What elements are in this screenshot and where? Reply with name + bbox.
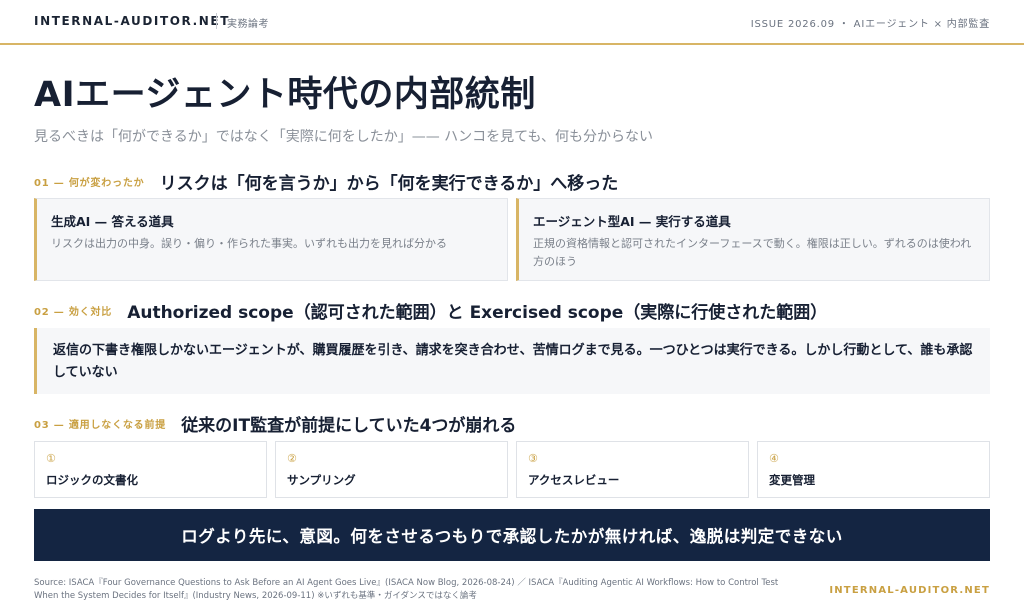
conclusion-banner: ログより先に、意図。何をさせるつもりで承認したかが無ければ、逸脱は判定できない (34, 509, 990, 561)
section-02-label: 02 — 効く対比 (34, 307, 113, 318)
assumption-item: ③ アクセスレビュー (516, 441, 749, 498)
source-citation: Source: ISACA『Four Governance Questions … (34, 578, 779, 601)
item-number: ② (287, 452, 297, 465)
banner-text: ログより先に、意図。何をさせるつもりで承認したかが無ければ、逸脱は判定できない (181, 527, 843, 546)
card-generative-ai: 生成AI — 答える道具 リスクは出力の中身。誤り・偏り・作られた事実。いずれも… (34, 198, 508, 281)
item-label: サンプリング (287, 473, 356, 487)
issue-label: ISSUE 2026.09 ・ AIエージェント × 内部監査 (750, 19, 990, 30)
card-description: リスクは出力の中身。誤り・偏り・作られた事実。いずれも出力を見れば分かる (51, 237, 447, 250)
card-description: 正規の資格情報と認可されたインターフェースで動く。権限は正しい。ずれるのは使われ… (533, 237, 972, 268)
card-title: 生成AI — 答える道具 (51, 214, 174, 229)
page-subtitle: 見るべきは「何ができるか」ではなく「実際に何をしたか」—— ハンコを見ても、何も… (34, 129, 654, 145)
item-number: ③ (528, 452, 538, 465)
header-divider (216, 13, 217, 29)
item-label: アクセスレビュー (528, 473, 620, 487)
item-number: ① (46, 452, 56, 465)
page-title: AIエージェント時代の内部統制 (34, 75, 536, 115)
section-03-title: 従来のIT監査が前提にしていた4つが崩れる (181, 416, 517, 436)
footer-brand[interactable]: INTERNAL-AUDITOR.NET (829, 585, 990, 596)
item-number: ④ (769, 452, 779, 465)
scope-example-callout: 返信の下書き権限しかないエージェントが、購買履歴を引き、請求を突き合わせ、苦情ロ… (34, 328, 990, 394)
section-02-title: Authorized scope（認可された範囲）と Exercised sco… (127, 303, 828, 323)
item-label: 変更管理 (769, 473, 815, 487)
callout-text: 返信の下書き権限しかないエージェントが、購買履歴を引き、請求を突き合わせ、苦情ロ… (53, 343, 973, 380)
category-tag: 実務論考 (227, 19, 269, 30)
section-01-heading: 01 — 何が変わったか リスクは「何を言うか」から「何を実行できるか」へ移った (34, 169, 619, 194)
section-02-heading: 02 — 効く対比 Authorized scope（認可された範囲）と Exe… (34, 298, 828, 323)
section-01-title: リスクは「何を言うか」から「何を実行できるか」へ移った (159, 174, 619, 194)
section-03-label: 03 — 適用しなくなる前提 (34, 420, 167, 431)
top-bar: INTERNAL-AUDITOR.NET 実務論考 ISSUE 2026.09 … (0, 0, 1024, 45)
card-agentic-ai: エージェント型AI — 実行する道具 正規の資格情報と認可されたインターフェース… (516, 198, 990, 281)
assumption-item: ④ 変更管理 (757, 441, 990, 498)
site-name[interactable]: INTERNAL-AUDITOR.NET (34, 14, 230, 28)
item-label: ロジックの文書化 (46, 473, 138, 487)
assumption-item: ① ロジックの文書化 (34, 441, 267, 498)
section-03-heading: 03 — 適用しなくなる前提 従来のIT監査が前提にしていた4つが崩れる (34, 411, 517, 436)
card-title: エージェント型AI — 実行する道具 (533, 214, 731, 229)
section-01-label: 01 — 何が変わったか (34, 178, 145, 189)
assumption-item: ② サンプリング (275, 441, 508, 498)
